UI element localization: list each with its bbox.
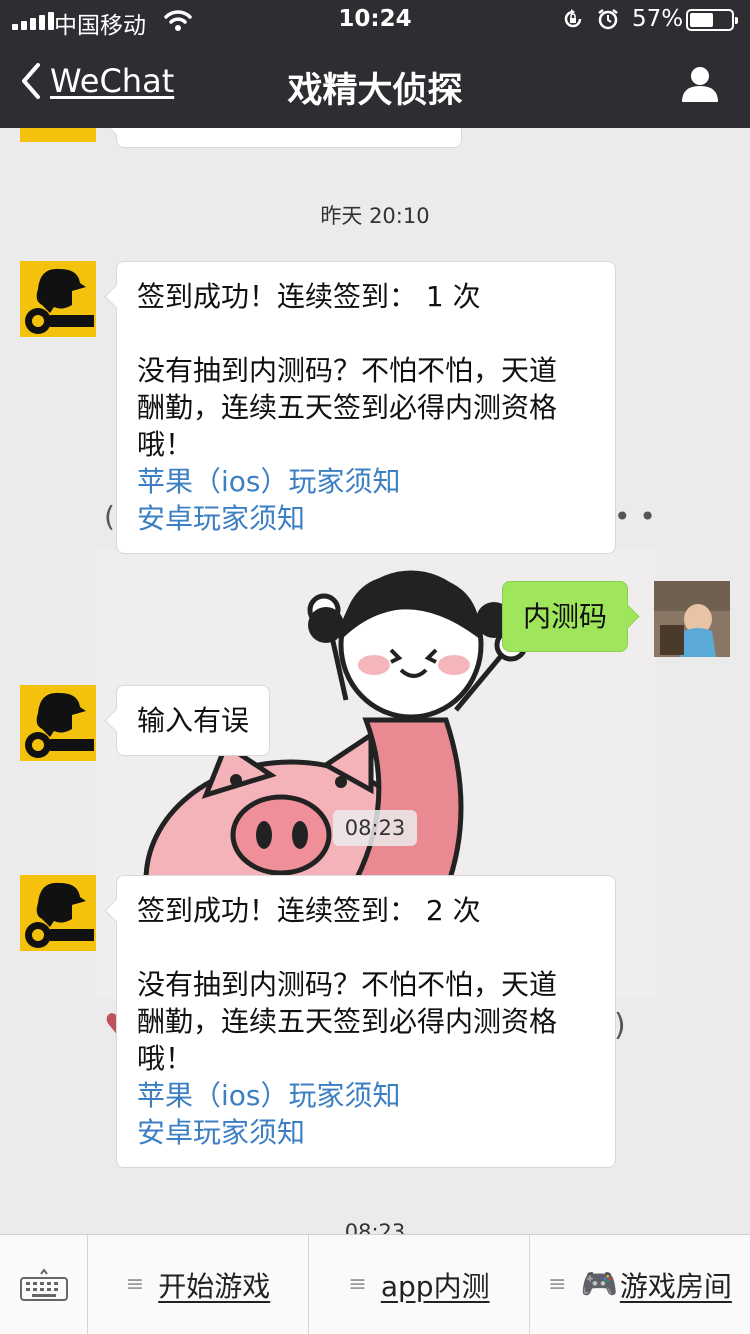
chat-title: 戏精大侦探 (287, 71, 463, 111)
battery-fill (690, 13, 713, 27)
profile-icon[interactable] (680, 64, 720, 104)
timestamp: 昨天 20:10 (320, 204, 430, 228)
ios-notice-link[interactable]: 苹果（ios）玩家须知 (137, 463, 595, 500)
message-text: 哦！ (137, 428, 194, 461)
user-photo-avatar (654, 581, 730, 657)
android-notice-link[interactable]: 安卓玩家须知 (137, 500, 595, 537)
detective-logo-icon (20, 875, 96, 951)
battery-icon (686, 9, 738, 31)
alarm-icon (598, 9, 618, 30)
my-avatar[interactable] (654, 581, 730, 657)
bot-avatar[interactable] (20, 875, 96, 951)
battery-percent: 57% (632, 6, 684, 32)
menu-item-start-game[interactable]: ≡ 开始游戏 (88, 1235, 309, 1334)
keyboard-icon (19, 1267, 68, 1301)
menu-lines-icon: ≡ (548, 1272, 567, 1297)
message-text: 签到成功！连续签到： 1 次 (137, 280, 481, 313)
status-bar: 中国移动 10:24 57% (0, 0, 750, 40)
bot-avatar[interactable] (20, 685, 96, 761)
menu-item-game-room[interactable]: ≡ 🎮 游戏房间 (530, 1235, 750, 1334)
message-bubble: 输入有误 (116, 685, 271, 756)
timestamp: 08:23 (344, 1220, 406, 1234)
menu-lines-icon: ≡ (125, 1272, 145, 1297)
detective-logo-icon (20, 685, 96, 761)
timestamp: 08:23 (333, 810, 417, 846)
top-bar: 中国移动 10:24 57% WeChat 戏精大侦探 (0, 0, 750, 128)
message-bubble: 签到成功！连续签到： 1 次 没有抽到内测码？不怕不怕，天道 酬勤，连续五天签到… (116, 261, 616, 554)
menu-item-label: app内测 (380, 1269, 490, 1303)
background-emoji-text: • • (614, 500, 656, 533)
message-text: 哦！ (137, 1042, 194, 1075)
my-message-text: 内测码 (523, 600, 608, 633)
android-notice-link[interactable]: 安卓玩家须知 (137, 1114, 595, 1151)
ios-notice-link[interactable]: 苹果（ios）玩家须知 (137, 1077, 595, 1114)
message-text: 没有抽到内测码？不怕不怕，天道 (137, 354, 558, 387)
bot-avatar[interactable] (20, 261, 96, 337)
menu-item-app-beta[interactable]: ≡ app内测 (309, 1235, 530, 1334)
message-text: 签到成功！连续签到： 2 次 (137, 894, 481, 927)
bot-avatar[interactable] (20, 128, 96, 142)
background-emoji-text: ( (104, 500, 115, 533)
menu-item-label: 游戏房间 (619, 1269, 732, 1303)
message-text: 输入有误 (137, 704, 250, 737)
menu-item-label: 开始游戏 (158, 1269, 271, 1303)
message-text: 没有抽到内测码？不怕不怕，天道 (137, 968, 558, 1001)
detective-logo-icon (20, 261, 96, 337)
rotation-lock-icon (564, 9, 582, 28)
message-bubble (116, 128, 462, 148)
menu-lines-icon: ≡ (348, 1272, 367, 1297)
keyboard-toggle-button[interactable] (0, 1235, 88, 1334)
message-text: 酬勤，连续五天签到必得内测资格 (137, 391, 558, 424)
message-bubble: 签到成功！连续签到： 2 次 没有抽到内测码？不怕不怕，天道 酬勤，连续五天签到… (116, 875, 616, 1168)
bottom-menu: ≡ 开始游戏 ≡ app内测 ≡ 🎮 游戏房间 (0, 1234, 750, 1334)
message-text: 酬勤，连续五天签到必得内测资格 (137, 1005, 558, 1038)
chat-area[interactable]: 昨天 20:10 ( • • ♥ ) (0, 128, 750, 1234)
gamepad-icon: 🎮 (580, 1267, 618, 1302)
my-message-bubble: 内测码 (502, 581, 629, 652)
